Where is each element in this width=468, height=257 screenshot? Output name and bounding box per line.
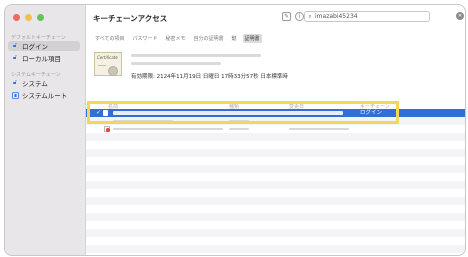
table-row xyxy=(86,141,465,149)
unlock-icon: 🔓︎ xyxy=(13,54,17,61)
category-tabs: すべての項目 パスワード 秘密メモ 自分の証明書 鍵 証明書 xyxy=(93,34,262,43)
table-row xyxy=(86,157,465,165)
sidebar-item-label: システムルート xyxy=(22,92,68,100)
certificate-icon: Certificate xyxy=(94,52,122,76)
keychain-window: デフォルトキーチェーン 🔓︎ ログイン 🔓︎ ローカル項目 システムキーチェーン… xyxy=(4,4,466,256)
table-row xyxy=(86,197,465,205)
certificate-seal xyxy=(108,66,118,76)
search-icon: ⌕ xyxy=(308,12,312,20)
zoom-button[interactable] xyxy=(37,14,44,21)
table-row xyxy=(86,181,465,189)
unlock-icon: 🔓︎ xyxy=(13,42,17,49)
main-pane: キーチェーンアクセス ✎ i ⌕ imazabi45234 ✕ すべての項目 パ… xyxy=(86,5,465,255)
tab-keys[interactable]: 鍵 xyxy=(230,34,239,43)
sidebar-item-label: ローカル項目 xyxy=(22,55,61,63)
unlock-icon: 🔓︎ xyxy=(13,79,17,86)
table-row xyxy=(86,245,465,253)
traffic-lights xyxy=(13,14,44,21)
search-field[interactable]: ⌕ imazabi45234 xyxy=(304,11,430,22)
table-row xyxy=(86,221,465,229)
minimize-button[interactable] xyxy=(25,14,32,21)
table-row[interactable] xyxy=(86,125,465,133)
selection-highlight-box xyxy=(87,101,399,124)
tab-my-certificates[interactable]: 自分の証明書 xyxy=(191,34,225,43)
sidebar-item-label: システム xyxy=(22,80,48,88)
table-row xyxy=(86,173,465,181)
certificate-ribbon xyxy=(98,65,106,66)
table-row xyxy=(86,133,465,141)
expiry-text: 有効期限: 2124年11月19日 日曜日 17時33分57秒 日本標準時 xyxy=(131,74,288,80)
table-row xyxy=(86,189,465,197)
tab-secure-notes[interactable]: 秘密メモ xyxy=(163,34,187,43)
table-row xyxy=(86,165,465,173)
redacted-name xyxy=(131,54,261,57)
sidebar-item-system[interactable]: 🔓︎ システム xyxy=(8,78,80,88)
table-row xyxy=(86,229,465,237)
sidebar-heading-default: デフォルトキーチェーン xyxy=(11,35,66,41)
table-row xyxy=(86,149,465,157)
sidebar-item-system-roots[interactable]: システムルート xyxy=(8,90,80,100)
tab-certificates[interactable]: 証明書 xyxy=(242,34,262,43)
invalid-certificate-icon xyxy=(104,126,110,132)
sidebar-item-label: ログイン xyxy=(22,43,48,51)
redacted-issuer xyxy=(131,62,221,65)
redacted-cell xyxy=(289,128,349,130)
sidebar-item-local-items[interactable]: 🔓︎ ローカル項目 xyxy=(8,53,80,63)
table-row xyxy=(86,213,465,221)
redacted-cell xyxy=(229,128,249,130)
table-row xyxy=(86,237,465,245)
sidebar-item-login[interactable]: 🔓︎ ログイン xyxy=(8,41,80,51)
tab-all-items[interactable]: すべての項目 xyxy=(93,34,126,43)
clear-icon[interactable]: ✕ xyxy=(456,12,464,20)
window-title: キーチェーンアクセス xyxy=(93,14,168,23)
compose-icon[interactable]: ✎ xyxy=(282,12,291,21)
certificate-detail: Certificate 有効期限: 2124年11月19日 日曜日 17時33分… xyxy=(86,44,465,94)
redacted-cell xyxy=(113,128,223,130)
search-input[interactable]: imazabi45234 xyxy=(315,13,358,20)
keychain-icon xyxy=(11,91,19,99)
sidebar-heading-system: システムキーチェーン xyxy=(11,72,61,78)
info-icon[interactable]: i xyxy=(295,12,304,21)
tab-passwords[interactable]: パスワード xyxy=(130,34,159,43)
close-button[interactable] xyxy=(13,14,20,21)
sidebar: デフォルトキーチェーン 🔓︎ ログイン 🔓︎ ローカル項目 システムキーチェーン… xyxy=(5,5,86,255)
table-row xyxy=(86,205,465,213)
certificate-label: Certificate xyxy=(97,55,118,60)
